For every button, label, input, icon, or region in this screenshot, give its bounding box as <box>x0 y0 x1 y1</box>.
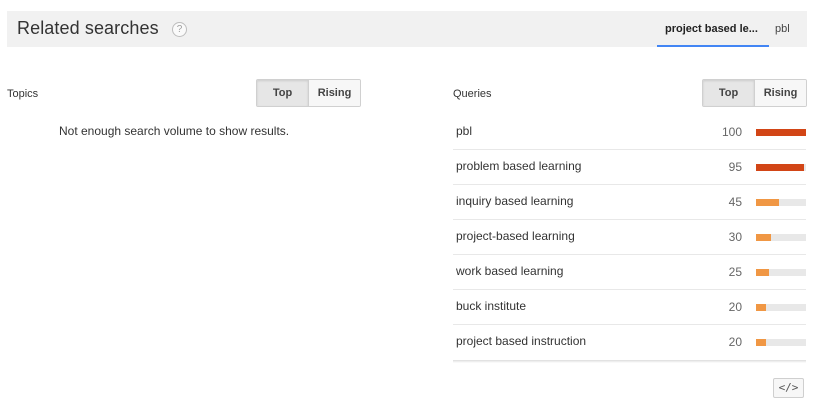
query-bar <box>756 199 806 206</box>
list-item[interactable]: inquiry based learning 45 <box>453 185 806 220</box>
query-bar-fill <box>756 269 769 276</box>
embed-code-icon[interactable]: </> <box>773 378 804 398</box>
topics-label: Topics <box>7 88 39 100</box>
list-item[interactable]: project based instruction 20 <box>453 325 806 360</box>
query-bar-fill <box>756 164 804 171</box>
query-bar-fill <box>756 339 766 346</box>
query-bar-fill <box>756 129 806 136</box>
query-text[interactable]: inquiry based learning <box>456 194 573 208</box>
query-bar-fill <box>756 234 771 241</box>
query-bar-fill <box>756 199 779 206</box>
query-text[interactable]: project-based learning <box>456 229 575 243</box>
query-bar <box>756 234 806 241</box>
queries-top-button[interactable]: Top <box>703 80 754 106</box>
query-text[interactable]: pbl <box>456 124 472 138</box>
queries-top-rising-toggle: Top Rising <box>702 79 807 107</box>
query-bar <box>756 304 806 311</box>
query-value: 100 <box>721 125 742 139</box>
search-term-tabs: project based le... pbl <box>657 11 807 47</box>
queries-label: Queries <box>453 88 492 100</box>
list-item[interactable]: pbl 100 <box>453 115 806 150</box>
question-icon[interactable]: ? <box>172 22 187 37</box>
query-value: 20 <box>728 300 742 314</box>
topics-rising-button[interactable]: Rising <box>308 80 360 106</box>
related-searches-header: Related searches ? project based le... p… <box>7 11 807 47</box>
section-title: Related searches <box>17 18 159 38</box>
topics-top-rising-toggle: Top Rising <box>256 79 361 107</box>
query-text[interactable]: work based learning <box>456 264 563 278</box>
query-bar <box>756 164 806 171</box>
query-text[interactable]: project based instruction <box>456 334 586 348</box>
query-bar <box>756 129 806 136</box>
topics-top-button[interactable]: Top <box>257 80 308 106</box>
query-bar-fill <box>756 304 766 311</box>
query-value: 20 <box>728 335 742 349</box>
queries-list: pbl 100 problem based learning 95 inquir… <box>453 115 806 363</box>
list-scroll-shadow <box>453 360 806 363</box>
query-text[interactable]: problem based learning <box>456 159 581 173</box>
queries-rising-button[interactable]: Rising <box>754 80 806 106</box>
list-item[interactable]: buck institute 20 <box>453 290 806 325</box>
list-item[interactable]: project-based learning 30 <box>453 220 806 255</box>
query-value: 25 <box>728 265 742 279</box>
list-item[interactable]: problem based learning 95 <box>453 150 806 185</box>
query-value: 45 <box>728 195 742 209</box>
query-bar <box>756 269 806 276</box>
query-value: 95 <box>728 160 742 174</box>
query-value: 30 <box>728 230 742 244</box>
tab-project-based-learning[interactable]: project based le... <box>657 11 769 47</box>
query-bar <box>756 339 806 346</box>
tab-pbl[interactable]: pbl <box>769 11 807 45</box>
list-item[interactable]: work based learning 25 <box>453 255 806 290</box>
topics-empty-message: Not enough search volume to show results… <box>59 124 290 138</box>
query-text[interactable]: buck institute <box>456 299 526 313</box>
